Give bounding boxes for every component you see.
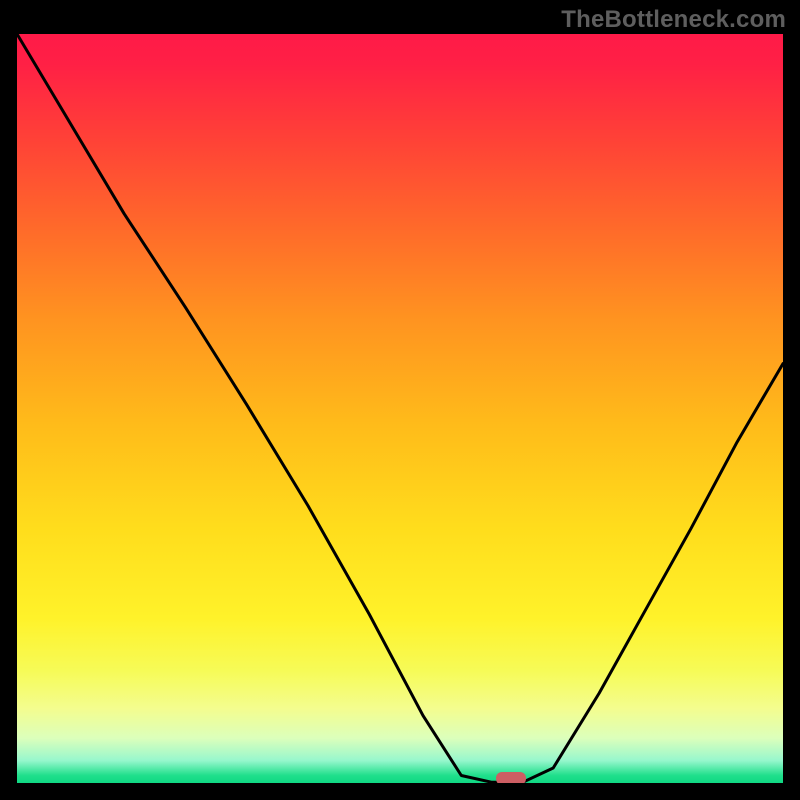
bottleneck-curve: [17, 34, 783, 782]
curve-svg: [17, 34, 783, 783]
chart-frame: TheBottleneck.com: [0, 0, 800, 800]
optimum-marker: [496, 772, 526, 783]
watermark-label: TheBottleneck.com: [561, 6, 786, 34]
plot-area: [17, 34, 783, 783]
